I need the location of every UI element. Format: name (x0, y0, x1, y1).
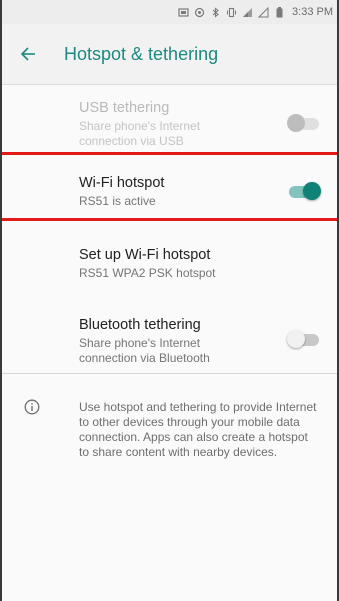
item-subtitle: Share phone's Internet connection via Bl… (79, 336, 210, 365)
toggle-thumb (287, 330, 305, 348)
item-subtitle: RS51 WPA2 PSK hotspot (79, 266, 216, 280)
item-subtitle: Share phone's Internet connection via US… (79, 119, 201, 148)
usb-tethering-toggle[interactable] (287, 113, 321, 133)
highlight-line-top (0, 152, 339, 155)
bluetooth-tethering-toggle[interactable] (287, 329, 321, 349)
section-divider (0, 373, 339, 374)
bluetooth-icon (210, 6, 221, 18)
status-bar: 3:33 PM (0, 0, 339, 24)
wifi-icon (242, 7, 253, 18)
status-time: 3:33 PM (292, 6, 333, 18)
app-bar: Hotspot & tethering (0, 24, 339, 84)
settings-list: USB tethering Share phone's Internet con… (0, 85, 339, 373)
vibrate-icon (226, 7, 237, 18)
toggle-thumb (287, 114, 305, 132)
sim-icon (178, 7, 189, 18)
info-icon (24, 399, 40, 415)
back-arrow-icon[interactable] (0, 24, 56, 84)
highlight-line-bottom (0, 218, 339, 221)
alarm-icon (194, 7, 205, 18)
item-subtitle: RS51 is active (79, 194, 156, 208)
wifi-hotspot-toggle[interactable] (287, 181, 321, 201)
settings-screen: 3:33 PM Hotspot & tethering USB tetherin… (0, 0, 339, 601)
bezel-left (0, 0, 2, 601)
signal-icon (257, 6, 269, 18)
list-item-usb-tethering[interactable]: USB tethering Share phone's Internet con… (0, 85, 339, 157)
item-title: Set up Wi-Fi hotspot (79, 247, 211, 263)
battery-icon (274, 6, 285, 18)
list-item-bluetooth-tethering[interactable]: Bluetooth tethering Share phone's Intern… (0, 301, 339, 373)
info-text: Use hotspot and tethering to provide Int… (79, 400, 317, 459)
list-item-setup-wifi-hotspot[interactable]: Set up Wi-Fi hotspot RS51 WPA2 PSK hotsp… (0, 229, 339, 301)
toggle-thumb (303, 182, 321, 200)
page-title: Hotspot & tethering (64, 43, 219, 64)
